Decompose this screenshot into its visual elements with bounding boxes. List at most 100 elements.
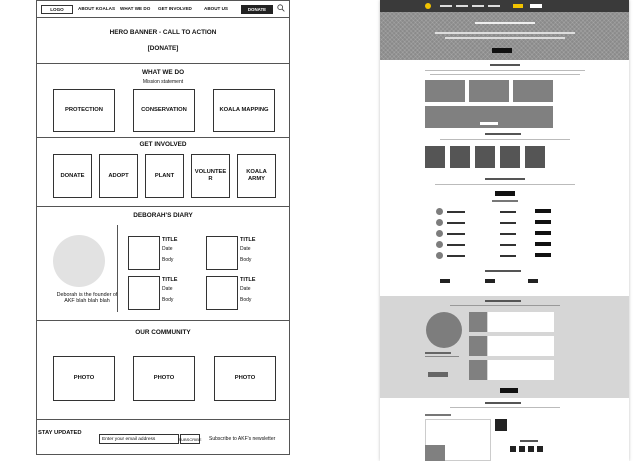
mock-row-avatar [436, 208, 443, 215]
mock-row-value [500, 233, 516, 235]
instagram-icon[interactable] [510, 446, 516, 452]
wire-nav-what-we-do[interactable]: WHAT WE DO [120, 6, 150, 11]
wire-photo: PHOTO [53, 356, 115, 401]
facebook-icon[interactable] [519, 446, 525, 452]
wire-avatar [53, 235, 105, 287]
wire-card-title: TITLE [162, 237, 178, 243]
mock-stat-value [485, 279, 495, 283]
wire-box-donate[interactable]: DONATE [53, 154, 92, 198]
wire-nav-about-koalas[interactable]: ABOUT KOALAS [78, 6, 115, 11]
mock-nav-item[interactable] [472, 5, 484, 7]
mock-text-line [435, 184, 575, 186]
mock-donate-button[interactable] [513, 4, 523, 8]
mock-row-name [447, 255, 465, 257]
wire-card-body: Body [240, 257, 252, 263]
mock-join-button[interactable] [495, 191, 515, 196]
mock-logo[interactable] [425, 3, 431, 9]
mock-hero [380, 12, 629, 60]
wire-nav-about-us[interactable]: ABOUT US [204, 6, 228, 11]
wire-box-protection[interactable]: PROTECTION [53, 89, 115, 132]
mock-diary-button[interactable] [428, 372, 448, 377]
wire-box-koala-mapping[interactable]: KOALA MAPPING [213, 89, 275, 132]
mock-diary-card[interactable] [488, 312, 554, 332]
mock-row-button[interactable] [535, 242, 551, 246]
wire-card-date: Date [162, 286, 173, 292]
mock-row-button[interactable] [535, 231, 551, 235]
mock-involve-icon[interactable] [425, 146, 445, 168]
mock-heading [485, 270, 521, 272]
search-icon[interactable] [277, 4, 285, 12]
mock-nav-item[interactable] [488, 5, 500, 7]
wire-nav-get-involved[interactable]: GET INVOLVED [158, 6, 192, 11]
wire-box-koala-army[interactable]: KOALA ARMY [237, 154, 276, 198]
wire-nav: LOGO ABOUT KOALAS WHAT WE DO GET INVOLVE… [37, 1, 289, 18]
mock-text-line [450, 407, 560, 409]
mock-diary-image [469, 336, 487, 356]
mock-involve-icon[interactable] [475, 146, 495, 168]
wire-box-adopt[interactable]: ADOPT [99, 154, 138, 198]
mock-text-line [440, 139, 570, 141]
mock-diary-card[interactable] [488, 360, 554, 380]
mock-involve-icon[interactable] [525, 146, 545, 168]
wire-subscribe-button[interactable]: SUBSCRIBE [178, 434, 202, 444]
mock-diary-image [469, 360, 487, 380]
wire-photo: PHOTO [133, 356, 195, 401]
mock-nav-item[interactable] [456, 5, 468, 7]
mock-diary-more-button[interactable] [500, 388, 518, 393]
mock-what-box[interactable] [513, 80, 553, 102]
wire-card-date: Date [240, 246, 251, 252]
mock-row-button[interactable] [535, 209, 551, 213]
wire-footer: STAY UPDATED Enter your email address SU… [37, 420, 289, 454]
mock-hero-button[interactable] [492, 48, 512, 53]
mock-nav-button[interactable] [530, 4, 542, 8]
mock-heading [485, 402, 521, 404]
mock-hero-text [445, 37, 565, 39]
mock-hero-text [435, 32, 575, 34]
wire-box-plant[interactable]: PLANT [145, 154, 184, 198]
mock-row-name [447, 211, 465, 213]
wire-card-title: TITLE [162, 277, 178, 283]
mock-row-avatar [436, 230, 443, 237]
mock-involve-icon[interactable] [500, 146, 520, 168]
mock-subheading [425, 414, 451, 416]
mock-diary-caption [425, 356, 459, 358]
wire-box-volunteer[interactable]: VOLUNTEE R [191, 154, 230, 198]
mock-involve-icon[interactable] [450, 146, 470, 168]
mock-row-button[interactable] [535, 220, 551, 224]
wire-hero-cta[interactable]: [DONATE] [37, 45, 289, 52]
wire-get-involved: GET INVOLVED DONATE ADOPT PLANT VOLUNTEE… [37, 138, 289, 207]
mock-heading [485, 133, 521, 135]
wire-community: OUR COMMUNITY PHOTO PHOTO PHOTO [37, 321, 289, 420]
mock-nav-item[interactable] [440, 5, 452, 7]
wire-diary-title: DEBORAH'S DIARY [133, 212, 193, 219]
wire-diary-image [206, 236, 238, 270]
wire-logo[interactable]: LOGO [41, 5, 73, 14]
mock-row-avatar [436, 252, 443, 259]
mock-stat-value [528, 279, 538, 283]
wire-email-input[interactable]: Enter your email address [99, 434, 179, 444]
mock-row-value [500, 222, 516, 224]
wire-newsletter-note: Subscribe to AKF's newsletter [209, 436, 276, 442]
mock-diary-caption [425, 352, 451, 354]
mock-subheading [492, 200, 518, 202]
wireframe: LOGO ABOUT KOALAS WHAT WE DO GET INVOLVE… [36, 0, 290, 455]
mock-what-box[interactable] [425, 80, 465, 102]
wire-card-date: Date [240, 286, 251, 292]
wire-hero: HERO BANNER - CALL TO ACTION [DONATE] [37, 18, 289, 64]
youtube-icon[interactable] [528, 446, 534, 452]
mock-row-value [500, 255, 516, 257]
wire-stay-updated: STAY UPDATED [38, 430, 82, 436]
wire-photo: PHOTO [214, 356, 276, 401]
mock-stat-value [440, 279, 450, 283]
mock-read-more[interactable] [480, 122, 498, 125]
mock-text-line [425, 70, 585, 72]
mock-what-box[interactable] [469, 80, 509, 102]
wire-card-title: TITLE [240, 277, 256, 283]
wire-donate-button[interactable]: DONATE [241, 5, 273, 14]
mock-diary-card[interactable] [488, 336, 554, 356]
wire-box-conservation[interactable]: CONSERVATION [133, 89, 195, 132]
facebook-icon[interactable] [495, 419, 507, 431]
linkedin-icon[interactable] [537, 446, 543, 452]
mock-row-button[interactable] [535, 253, 551, 257]
wire-card-body: Body [240, 297, 252, 303]
